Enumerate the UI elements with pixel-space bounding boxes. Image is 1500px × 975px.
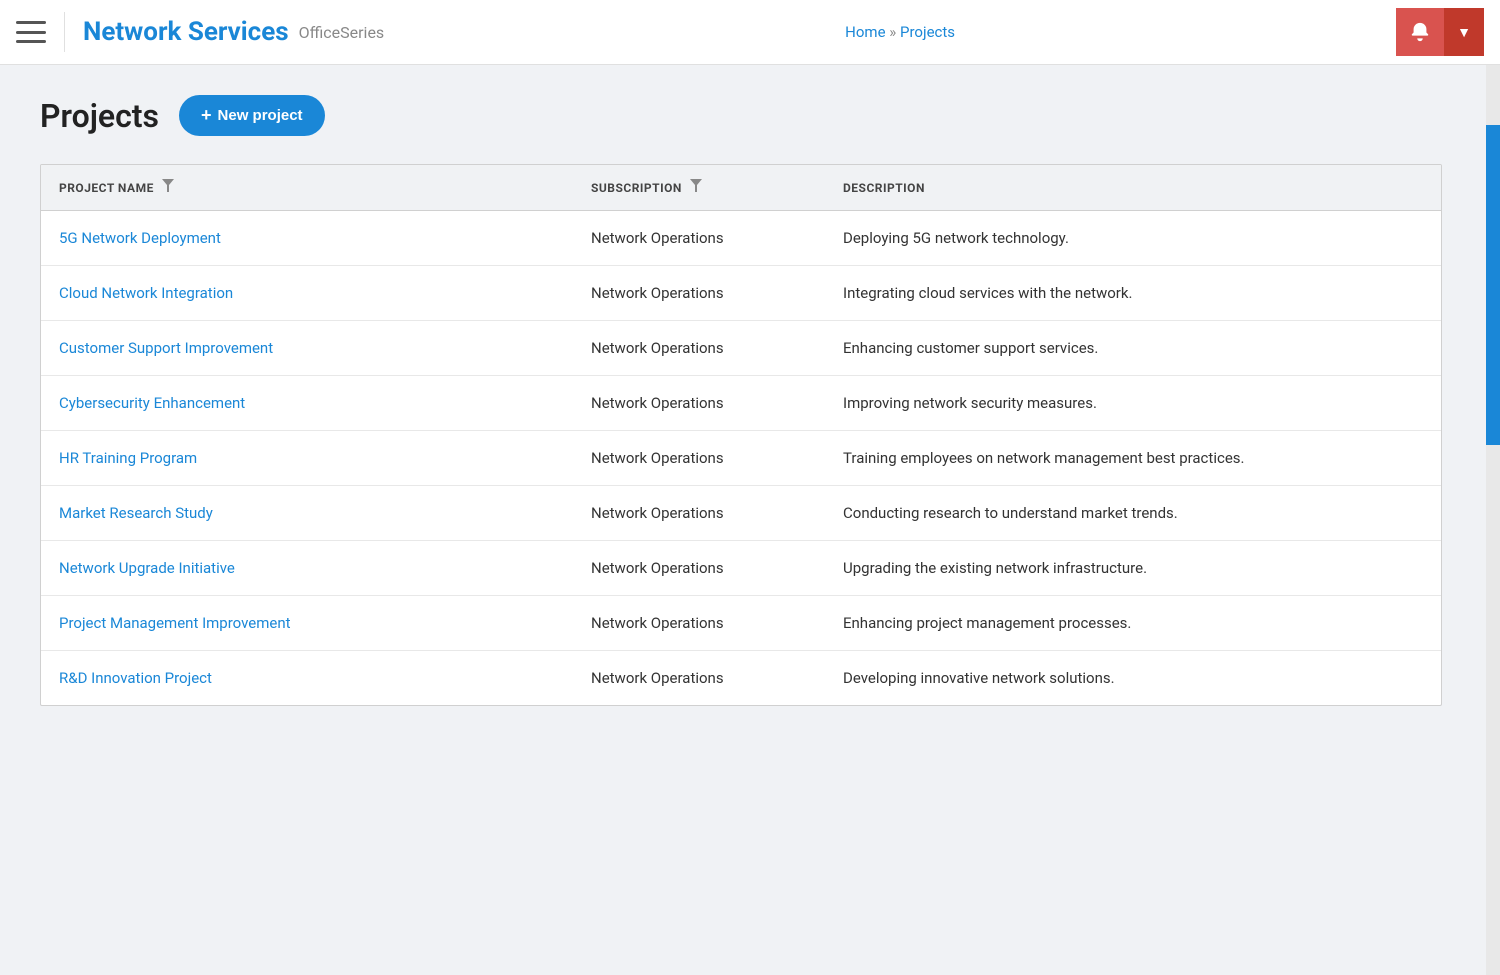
app-title: Network Services (83, 17, 289, 47)
breadcrumb-current: Projects (900, 23, 955, 41)
filter-icon-name[interactable] (162, 179, 174, 196)
col-header-subscription[interactable]: SUBSCRIPTION (573, 165, 825, 211)
table-row: Market Research Study Network OperationsC… (41, 486, 1441, 541)
description-cell: Enhancing project management processes. (825, 596, 1441, 651)
page-title: Projects (40, 97, 159, 135)
col-header-description: DESCRIPTION (825, 165, 1441, 211)
project-name-cell: Network Upgrade Initiative (41, 541, 573, 596)
project-name-cell: Project Management Improvement (41, 596, 573, 651)
main-content: Projects + New project PROJECT NAME (0, 65, 1500, 736)
project-name-link[interactable]: R&D Innovation Project (59, 669, 212, 687)
page-header: Projects + New project (40, 95, 1460, 136)
subscription-cell: Network Operations (573, 211, 825, 266)
table-row: HR Training Program Network OperationsTra… (41, 431, 1441, 486)
notification-bell-button[interactable] (1396, 8, 1444, 56)
subscription-cell: Network Operations (573, 376, 825, 431)
app-subtitle: OfficeSeries (299, 23, 385, 42)
description-cell: Training employees on network management… (825, 431, 1441, 486)
project-name-cell: Cloud Network Integration (41, 266, 573, 321)
project-name-link[interactable]: Cybersecurity Enhancement (59, 394, 245, 412)
description-cell: Integrating cloud services with the netw… (825, 266, 1441, 321)
project-name-link[interactable]: Customer Support Improvement (59, 339, 273, 357)
breadcrumb: Home » Projects (845, 23, 955, 41)
project-name-link[interactable]: Network Upgrade Initiative (59, 559, 235, 577)
project-name-link[interactable]: 5G Network Deployment (59, 229, 221, 247)
subscription-cell: Network Operations (573, 596, 825, 651)
subscription-cell: Network Operations (573, 266, 825, 321)
table-row: Cybersecurity Enhancement Network Operati… (41, 376, 1441, 431)
table-row: Network Upgrade Initiative Network Operat… (41, 541, 1441, 596)
subscription-cell: Network Operations (573, 486, 825, 541)
description-cell: Deploying 5G network technology. (825, 211, 1441, 266)
description-cell: Enhancing customer support services. (825, 321, 1441, 376)
header: Network Services OfficeSeries Home » Pro… (0, 0, 1500, 65)
subscription-cell: Network Operations (573, 321, 825, 376)
description-cell: Conducting research to understand market… (825, 486, 1441, 541)
table-row: Project Management Improvement Network Op… (41, 596, 1441, 651)
col-header-name[interactable]: PROJECT NAME (41, 165, 573, 211)
scrollbar-thumb[interactable] (1486, 125, 1500, 445)
breadcrumb-home[interactable]: Home (845, 23, 885, 41)
description-cell: Improving network security measures. (825, 376, 1441, 431)
projects-table: PROJECT NAME SUBSCRIPTION (41, 165, 1441, 705)
new-project-button[interactable]: + New project (179, 95, 325, 136)
subscription-cell: Network Operations (573, 651, 825, 706)
scrollbar-track[interactable] (1486, 65, 1500, 975)
menu-icon[interactable] (16, 21, 46, 43)
description-cell: Upgrading the existing network infrastru… (825, 541, 1441, 596)
project-name-cell: Cybersecurity Enhancement (41, 376, 573, 431)
table-row: 5G Network Deployment Network OperationsD… (41, 211, 1441, 266)
table-row: R&D Innovation Project Network Operations… (41, 651, 1441, 706)
table-body: 5G Network DeploymentNetwork OperationsD… (41, 211, 1441, 706)
header-actions: ▼ (1396, 8, 1484, 56)
project-name-cell: Market Research Study (41, 486, 573, 541)
header-dropdown-button[interactable]: ▼ (1444, 8, 1484, 56)
table-row: Customer Support Improvement Network Oper… (41, 321, 1441, 376)
project-name-cell: HR Training Program (41, 431, 573, 486)
new-project-label: New project (218, 107, 303, 124)
table-row: Cloud Network Integration Network Operati… (41, 266, 1441, 321)
bell-icon (1409, 21, 1431, 43)
filter-icon-subscription[interactable] (690, 179, 702, 196)
project-name-cell: Customer Support Improvement (41, 321, 573, 376)
subscription-cell: Network Operations (573, 541, 825, 596)
table-header: PROJECT NAME SUBSCRIPTION (41, 165, 1441, 211)
project-name-link[interactable]: Project Management Improvement (59, 614, 291, 632)
header-divider (64, 12, 65, 52)
plus-icon: + (201, 105, 212, 126)
project-name-link[interactable]: Cloud Network Integration (59, 284, 233, 302)
project-name-cell: R&D Innovation Project (41, 651, 573, 706)
description-cell: Developing innovative network solutions. (825, 651, 1441, 706)
project-name-link[interactable]: Market Research Study (59, 504, 213, 522)
project-name-link[interactable]: HR Training Program (59, 449, 197, 467)
chevron-down-icon: ▼ (1457, 24, 1471, 40)
projects-table-container: PROJECT NAME SUBSCRIPTION (40, 164, 1442, 706)
project-name-cell: 5G Network Deployment (41, 211, 573, 266)
subscription-cell: Network Operations (573, 431, 825, 486)
breadcrumb-separator: » (889, 23, 896, 41)
